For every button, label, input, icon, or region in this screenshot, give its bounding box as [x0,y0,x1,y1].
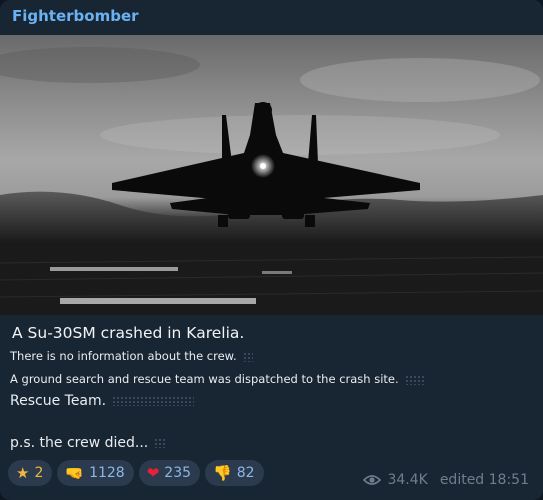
hidden-link[interactable] [154,438,167,448]
post-meta: 34.4K edited 18:51 [363,472,529,488]
reaction-count: 2 [34,465,44,481]
channel-post: Fighterbomber A Su-30SM crashed in Karel… [0,0,543,500]
reaction-count: 235 [164,465,192,481]
views-count: 34.4K [387,472,428,488]
pointing-hand-icon: 🤜 [65,463,85,482]
message-line: Rescue Team. [10,393,195,409]
post-photo[interactable] [0,35,543,315]
jet-photo-graphic [0,47,543,315]
reaction-thumbs-down[interactable]: 👎 82 [205,460,264,486]
message-text: A ground search and rescue team was disp… [10,372,399,386]
reaction-count: 1128 [89,465,125,481]
hidden-link[interactable] [242,351,253,362]
star-icon: ★ [16,463,30,482]
edited-timestamp: edited 18:51 [439,472,529,488]
reaction-count: 82 [236,465,255,481]
message-text: Rescue Team. [10,393,107,409]
reaction-heart[interactable]: ❤ 235 [138,460,201,486]
hidden-link[interactable] [112,396,195,406]
eye-icon [363,475,382,485]
message-title: A Su-30SM crashed in Karelia. [12,324,245,342]
heart-icon: ❤ [146,463,160,482]
hidden-link[interactable] [404,374,425,385]
reaction-pointing-hand[interactable]: 🤜 1128 [57,460,134,486]
message-line: There is no information about the crew. [10,349,253,363]
reaction-star[interactable]: ★ 2 [8,460,53,486]
channel-name[interactable]: Fighterbomber [12,7,139,25]
message-line: p.s. the crew died... [10,435,167,451]
reactions-bar: ★ 2 🤜 1128 ❤ 235 👎 82 [8,460,264,486]
thumbs-down-icon: 👎 [213,463,232,482]
message-text: p.s. the crew died... [10,435,149,451]
message-text: There is no information about the crew. [10,349,237,363]
message-line: A ground search and rescue team was disp… [10,372,425,386]
